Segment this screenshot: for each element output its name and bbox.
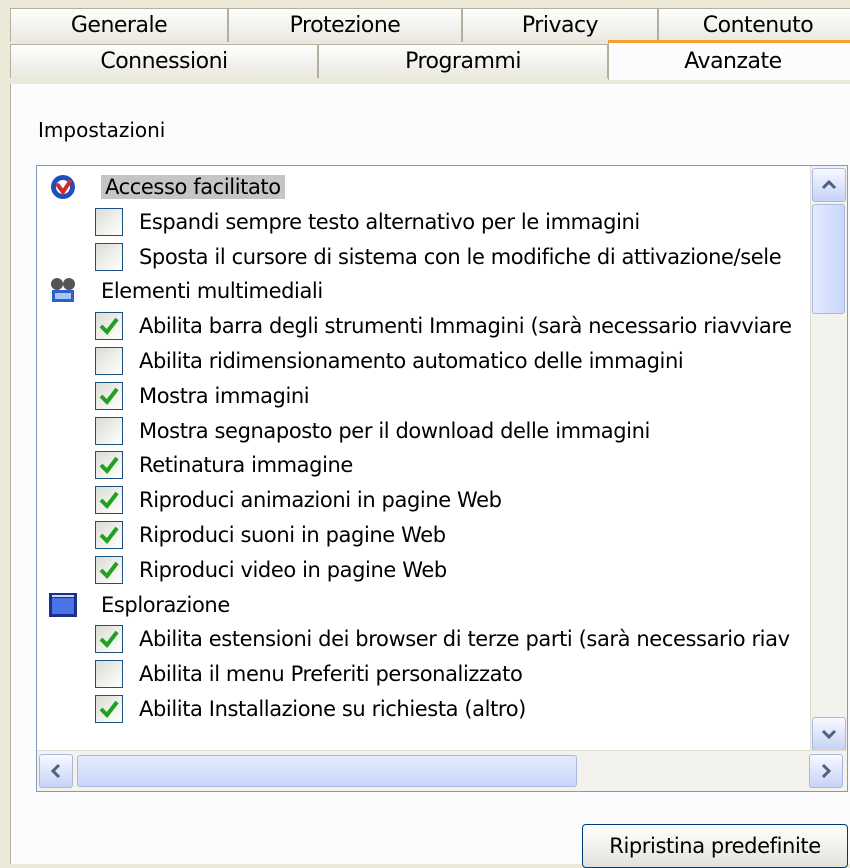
option-label: Mostra segnaposto per il download delle … <box>139 418 650 443</box>
option-label: Abilita estensioni dei browser di terze … <box>139 627 790 652</box>
settings-option[interactable]: Abilita estensioni dei browser di terze … <box>37 622 809 656</box>
option-checkbox[interactable] <box>95 660 123 689</box>
option-checkbox[interactable] <box>95 555 123 584</box>
option-label: Abilita barra degli strumenti Immagini (… <box>139 314 792 339</box>
tab-contenuto[interactable]: Contenuto <box>658 8 850 42</box>
settings-option[interactable]: Retinatura immagine <box>37 448 809 482</box>
scroll-up-button[interactable] <box>812 168 846 202</box>
settings-option[interactable]: Abilita Installazione su richiesta (altr… <box>37 692 809 726</box>
option-label: Sposta il cursore di sistema con le modi… <box>139 244 782 269</box>
vertical-scroll-thumb[interactable] <box>812 204 845 314</box>
tab-generale[interactable]: Generale <box>10 8 228 42</box>
option-label: Riproduci video in pagine Web <box>139 557 447 582</box>
option-checkbox[interactable] <box>95 625 123 654</box>
settings-option[interactable]: Espandi sempre testo alternativo per le … <box>37 205 809 239</box>
settings-option[interactable]: Abilita ridimensionamento automatico del… <box>37 344 809 378</box>
accessibility-icon <box>47 172 79 202</box>
chevron-down-icon <box>821 729 837 739</box>
tab-avanzate[interactable]: Avanzate <box>608 40 850 80</box>
checkmark-icon <box>99 457 119 475</box>
chevron-right-icon <box>821 763 831 779</box>
horizontal-scrollbar[interactable] <box>37 750 847 791</box>
option-checkbox[interactable] <box>95 521 123 549</box>
option-checkbox[interactable] <box>95 695 123 723</box>
checkmark-icon <box>99 631 119 649</box>
chevron-left-icon <box>51 763 61 779</box>
scroll-down-button[interactable] <box>812 717 846 751</box>
option-checkbox[interactable] <box>95 486 123 515</box>
settings-listbox[interactable]: Accesso facilitato Espandi sempre testo a… <box>36 165 848 792</box>
option-label: Mostra immagini <box>139 383 310 408</box>
tab-programmi[interactable]: Programmi <box>318 44 608 78</box>
option-label: Abilita il menu Preferiti personalizzato <box>139 662 523 687</box>
option-checkbox[interactable] <box>95 242 123 271</box>
option-label: Retinatura immagine <box>139 453 353 478</box>
checkmark-icon <box>99 387 119 405</box>
settings-option[interactable]: Abilita il menu Preferiti personalizzato <box>37 657 809 691</box>
settings-group-label: Impostazioni <box>38 118 166 142</box>
option-label: Espandi sempre testo alternativo per le … <box>139 209 640 234</box>
chevron-up-icon <box>821 180 837 190</box>
horizontal-scroll-thumb[interactable] <box>77 755 577 787</box>
checkmark-icon <box>99 561 119 579</box>
option-label: Abilita ridimensionamento automatico del… <box>139 349 684 373</box>
checkmark-icon <box>99 700 119 719</box>
scroll-left-button[interactable] <box>39 754 73 788</box>
checkmark-icon <box>99 317 119 336</box>
option-checkbox[interactable] <box>95 381 123 410</box>
category-label: Elementi multimediali <box>101 279 323 304</box>
option-checkbox[interactable] <box>95 347 123 375</box>
option-checkbox[interactable] <box>95 451 123 480</box>
option-label: Riproduci suoni in pagine Web <box>139 523 446 547</box>
settings-category[interactable]: Accesso facilitato <box>37 170 809 204</box>
option-label: Abilita Installazione su richiesta (altr… <box>139 697 526 721</box>
settings-option[interactable]: Sposta il cursore di sistema con le modi… <box>37 240 809 274</box>
settings-category[interactable]: Elementi multimediali <box>37 274 809 308</box>
settings-option[interactable]: Mostra immagini <box>37 379 809 413</box>
category-label: Accesso facilitato <box>101 175 285 199</box>
settings-option[interactable]: Riproduci animazioni in pagine Web <box>37 483 809 517</box>
settings-category[interactable]: Esplorazione <box>37 588 809 622</box>
vertical-scrollbar[interactable] <box>810 166 847 753</box>
option-checkbox[interactable] <box>95 312 123 341</box>
tab-protezione[interactable]: Protezione <box>228 8 462 42</box>
tab-privacy[interactable]: Privacy <box>462 8 658 42</box>
checkmark-icon <box>99 526 119 545</box>
scroll-right-button[interactable] <box>809 754 843 788</box>
settings-option[interactable]: Abilita barra degli strumenti Immagini (… <box>37 309 809 343</box>
checkmark-icon <box>99 491 119 510</box>
settings-option[interactable]: Riproduci suoni in pagine Web <box>37 518 809 552</box>
tab-connessioni[interactable]: Connessioni <box>10 44 318 78</box>
browsing-icon <box>47 590 79 620</box>
category-label: Esplorazione <box>101 592 230 617</box>
multimedia-icon <box>47 276 79 306</box>
restore-defaults-button[interactable]: Ripristina predefinite <box>582 824 848 868</box>
settings-option[interactable]: Mostra segnaposto per il download delle … <box>37 414 809 448</box>
option-checkbox[interactable] <box>95 416 123 445</box>
option-label: Riproduci animazioni in pagine Web <box>139 488 502 513</box>
settings-option[interactable]: Riproduci video in pagine Web <box>37 553 809 587</box>
option-checkbox[interactable] <box>95 207 123 236</box>
